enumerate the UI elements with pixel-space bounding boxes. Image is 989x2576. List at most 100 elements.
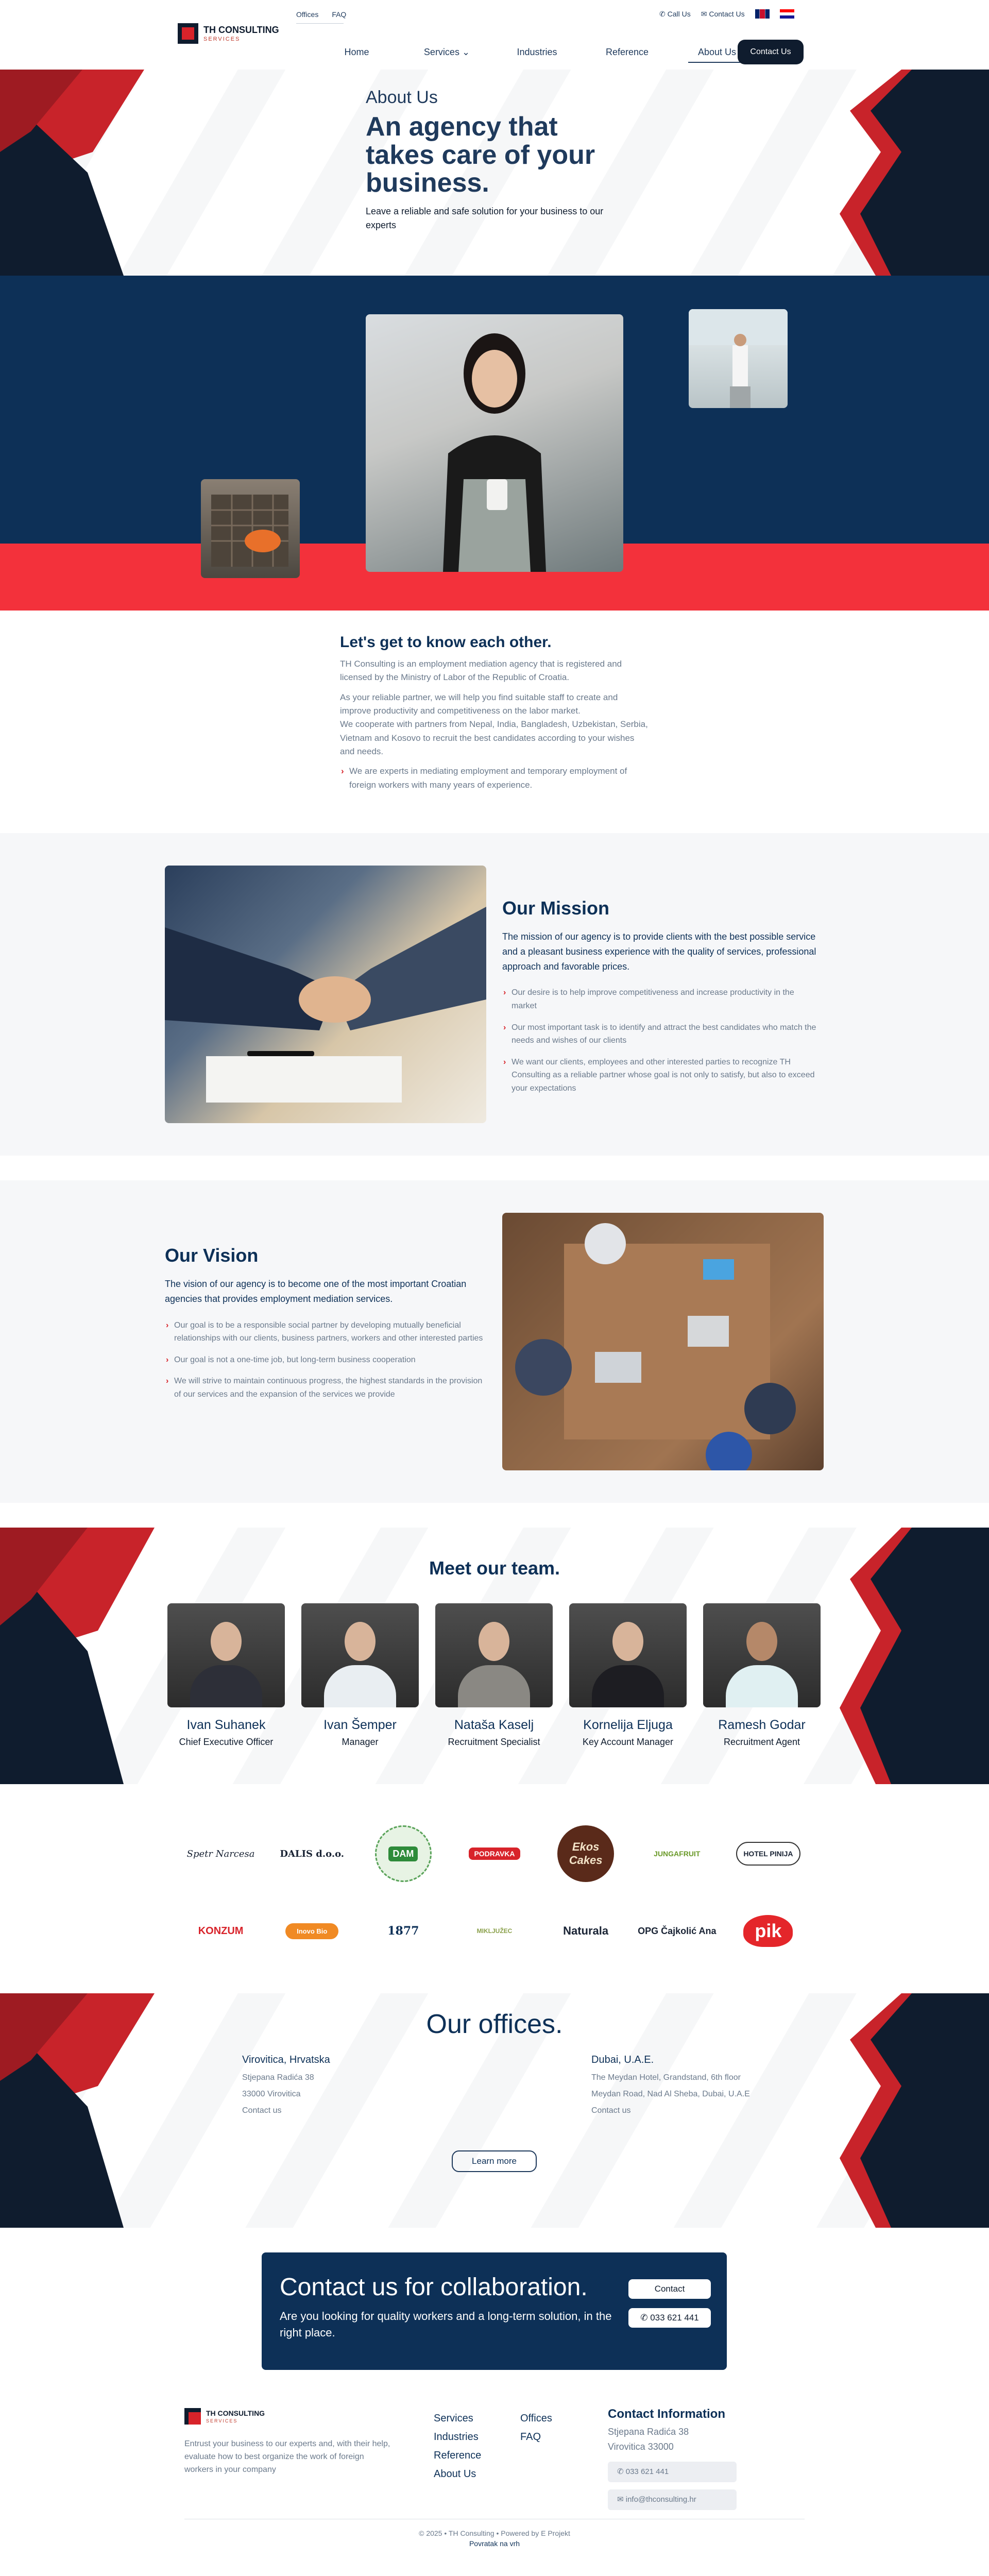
mail-icon: ✉ — [617, 2495, 624, 2504]
nav-services-label: Services — [423, 47, 459, 57]
top-links-underline — [296, 23, 344, 24]
logo-text: TH CONSULTING — [206, 2409, 265, 2417]
page: TH CONSULTING SERVICES Offices FAQ ✆ Cal… — [0, 0, 989, 2557]
phone-icon: ✆ — [617, 2467, 624, 2476]
nav-reference[interactable]: Reference — [582, 41, 672, 63]
nav-industries[interactable]: Industries — [492, 41, 582, 63]
client-logo: DALIS d.o.o. — [280, 1848, 345, 1859]
know-us-title: Let's get to know each other. — [340, 634, 552, 651]
learn-more-button[interactable]: Learn more — [452, 2150, 537, 2172]
hero-section: About Us An agency that takes care of yo… — [0, 70, 989, 276]
footer-link[interactable]: About Us — [434, 2465, 481, 2483]
client-logo: KONZUM — [198, 1925, 244, 1937]
site-footer: TH CONSULTING SERVICES Entrust your busi… — [0, 2382, 989, 2557]
client-logos-grid: Spetr Narcesa DALIS d.o.o. DAM PODRAVKA … — [175, 1825, 814, 1959]
team-member-name: Ramesh Godar — [718, 1718, 806, 1732]
footer-email[interactable]: ✉ info@thconsulting.hr — [608, 2489, 737, 2510]
office-dubai: Dubai, U.A.E. The Meydan Hotel, Grandsta… — [591, 2054, 808, 2115]
know-us-paragraph-2: As your reliable partner, we will help y… — [340, 692, 618, 716]
office-contact-link[interactable]: Contact us — [591, 2106, 808, 2115]
client-logo-text: Inovo Bio — [285, 1923, 339, 1939]
office-address-line: Stjepana Radića 38 — [242, 2073, 314, 2082]
cta-contact-button[interactable]: Contact — [628, 2279, 711, 2299]
team-section: Meet our team. Ivan Suhanek Chief Execut… — [0, 1528, 989, 1784]
contact-us-button[interactable]: Contact Us — [738, 40, 804, 64]
team-member: Ivan Suhanek Chief Executive Officer — [167, 1603, 285, 1748]
team-member: Ramesh Godar Recruitment Agent — [703, 1603, 821, 1748]
uk-flag-icon[interactable] — [755, 9, 770, 19]
know-us-paragraph-3: We cooperate with partners from Nepal, I… — [340, 719, 648, 757]
hero-content: About Us An agency that takes care of yo… — [366, 88, 634, 232]
team-title: Meet our team. — [429, 1557, 560, 1579]
mission-title: Our Mission — [502, 897, 610, 919]
mission-lead: The mission of our agency is to provide … — [502, 931, 816, 972]
cta-phone-button[interactable]: ✆ 033 621 441 — [628, 2308, 711, 2328]
client-logo: MIKLJUŽEC — [476, 1927, 513, 1935]
chevron-down-icon: ⌄ — [462, 47, 470, 57]
main-nav: Home Services ⌄ Industries Reference Abo… — [312, 41, 762, 63]
client-logo: Spetr Narcesa — [186, 1848, 255, 1859]
footer-link[interactable]: Offices — [520, 2409, 552, 2428]
footer-links-primary: Services Industries Reference About Us — [434, 2409, 481, 2483]
footer-copyright: © 2025 • TH Consulting • Powered by E Pr… — [419, 2529, 570, 2537]
croatia-flag-icon[interactable] — [779, 9, 794, 19]
logo[interactable]: TH CONSULTING SERVICES — [178, 23, 279, 44]
footer-contact: Contact Information Stjepana Radića 38 Vi… — [608, 2407, 793, 2510]
offices-section: Our offices. Virovitica, Hrvatska Stjepa… — [0, 1993, 989, 2228]
team-row: Ivan Suhanek Chief Executive Officer Iva… — [167, 1603, 821, 1748]
vision-title: Our Vision — [165, 1245, 259, 1266]
logo-text: TH CONSULTING — [203, 24, 279, 35]
contact-us-link[interactable]: ✉ Contact Us — [701, 10, 745, 19]
office-city: Dubai, U.A.E. — [591, 2054, 654, 2065]
office-city: Virovitica, Hrvatska — [242, 2054, 330, 2065]
team-member-name: Ivan Šemper — [323, 1718, 397, 1732]
faq-link[interactable]: FAQ — [332, 10, 346, 19]
handshake-photo — [165, 866, 486, 1123]
call-us-link[interactable]: ✆ Call Us — [659, 10, 691, 19]
vision-section: Our Vision The vision of our agency is t… — [0, 1180, 989, 1503]
mission-bullet: We want our clients, employees and other… — [502, 1056, 822, 1095]
client-logo: Inovo Bio — [285, 1903, 339, 1959]
contact-us-label: Contact Us — [709, 9, 745, 18]
know-us-bullet: We are experts in mediating employment a… — [340, 765, 649, 792]
team-member-photo — [569, 1603, 687, 1707]
client-logo: HOTEL PINIJA — [736, 1842, 800, 1866]
cta-section: Contact us for collaboration. Are you lo… — [0, 2228, 989, 2382]
team-member-role: Manager — [342, 1737, 379, 1747]
back-to-top-link[interactable]: Povratak na vrh — [0, 2539, 989, 2548]
team-member-role: Key Account Manager — [582, 1737, 674, 1747]
client-logos-section: Spetr Narcesa DALIS d.o.o. DAM PODRAVKA … — [0, 1784, 989, 1993]
office-contact-link[interactable]: Contact us — [242, 2106, 458, 2115]
footer-link[interactable]: Services — [434, 2409, 481, 2428]
footer-phone[interactable]: ✆ 033 621 441 — [608, 2461, 737, 2482]
client-logo: JUNGAFRUIT — [654, 1850, 701, 1858]
footer-logo[interactable]: TH CONSULTING SERVICES — [184, 2408, 265, 2425]
footer-address: Stjepana Radića 38 Virovitica 33000 — [608, 2425, 793, 2454]
footer-address-line: Virovitica 33000 — [608, 2441, 674, 2452]
photo-band — [0, 276, 989, 611]
worker-gloves-photo — [201, 479, 300, 578]
vision-bullet: Our goal is to be a responsible social p… — [165, 1319, 484, 1345]
client-logo-text: pik — [743, 1915, 793, 1947]
logo-sub: SERVICES — [206, 2418, 238, 2424]
team-member-role: Chief Executive Officer — [179, 1737, 274, 1747]
offices-link[interactable]: Offices — [296, 10, 318, 19]
office-address-line: Meydan Road, Nad Al Sheba, Dubai, U.A.E — [591, 2090, 750, 2098]
mission-bullet: Our desire is to help improve competitiv… — [502, 986, 822, 1012]
nav-services[interactable]: Services ⌄ — [402, 41, 492, 63]
cta-card: Contact us for collaboration. Are you lo… — [262, 2252, 727, 2370]
footer-link[interactable]: Reference — [434, 2446, 481, 2465]
vision-bullet: We will strive to maintain continuous pr… — [165, 1375, 484, 1401]
mission-text: Our Mission The mission of our agency is… — [502, 897, 822, 1104]
footer-link[interactable]: FAQ — [520, 2428, 552, 2446]
team-member: Nataša Kaselj Recruitment Specialist — [435, 1603, 553, 1748]
left-decor-shape — [0, 70, 155, 276]
footer-link[interactable]: Industries — [434, 2428, 481, 2446]
main-photo-barista — [366, 314, 623, 572]
nav-home[interactable]: Home — [312, 41, 402, 63]
vision-lead: The vision of our agency is to become on… — [165, 1279, 467, 1304]
logo-mark — [178, 23, 198, 44]
footer-phone-label: 033 621 441 — [625, 2467, 669, 2476]
client-logo-text: DAM — [388, 1846, 418, 1861]
team-member-role: Recruitment Specialist — [448, 1737, 540, 1747]
